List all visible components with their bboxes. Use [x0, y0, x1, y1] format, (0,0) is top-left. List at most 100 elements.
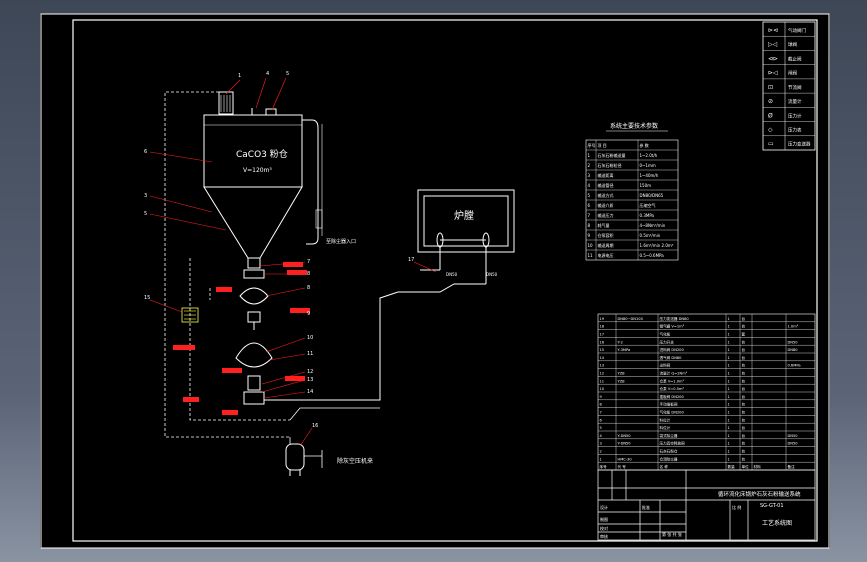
- params-cell-6-0: 6: [588, 203, 591, 208]
- bom-cell-8-2: 仓泵 V=1.0m³: [660, 378, 685, 383]
- bom-cell-9-0: 10: [600, 387, 605, 391]
- params-cell-1-1: 石灰石粉输送量: [598, 152, 626, 158]
- air-source-label: 除灰空压机来: [337, 457, 373, 465]
- params-cell-10-2: 1.6m³/min 2.0m³: [640, 243, 674, 248]
- callout-15: 15: [144, 295, 150, 301]
- furnace-label: 炉膛: [454, 209, 474, 222]
- bom-cell-16-1: Y-DN50: [618, 442, 632, 446]
- bom-cell-14-2: 料位计: [660, 425, 671, 430]
- bom-cell-14-4: 台: [742, 425, 746, 430]
- bom-cell-19-4: 单位: [742, 464, 750, 469]
- bom-cell-18-4: 台: [742, 456, 746, 461]
- callout-1: 1: [238, 73, 241, 79]
- bom-cell-16-2: 压力真空释放阀: [660, 441, 686, 446]
- params-cell-4-0: 4: [588, 183, 591, 188]
- silo: [203, 114, 303, 269]
- bom-cell-17-0: 2: [600, 449, 602, 453]
- bom-cell-4-0: 15: [600, 348, 605, 352]
- bom-cell-7-3: 1: [728, 371, 730, 375]
- legend-symbol-5: ⊘: [768, 98, 773, 105]
- legend-symbol-6: Ø: [768, 112, 773, 119]
- params-cell-2-0: 2: [588, 163, 591, 168]
- params-cell-11-1: 电源电压: [598, 252, 614, 258]
- params-header-0-2: 参 数: [640, 142, 649, 148]
- bom-cell-19-2: 名 称: [660, 464, 669, 469]
- legend-symbol-7: ◇: [768, 127, 773, 134]
- params-cell-7-0: 7: [588, 213, 591, 218]
- bom-cell-17-4: 台: [742, 448, 746, 453]
- bom-cell-9-2: 仓泵 V=0.5m³: [660, 386, 685, 391]
- bom-cell-1-4: 台: [742, 324, 746, 329]
- bom-cell-2-2: 气化板: [660, 331, 671, 336]
- bom-cell-10-2: 插板阀 DN200: [660, 394, 685, 399]
- silo-volume: V=120m³: [243, 167, 272, 174]
- params-cell-4-2: 150m: [640, 183, 652, 188]
- bom-cell-4-6: DN80: [788, 348, 799, 352]
- params-cell-10-1: 输送周期: [598, 242, 614, 248]
- params-cell-11-2: 0.5~0.6MPa: [640, 253, 665, 258]
- params-cell-8-0: 8: [588, 223, 591, 228]
- to-dust-label: 至除尘器入口: [326, 238, 356, 245]
- params-cell-2-1: 石灰石粉粒径: [598, 162, 622, 168]
- params-cell-3-0: 3: [588, 173, 591, 178]
- callout-6: 6: [144, 149, 147, 155]
- outer-border: [40, 13, 830, 549]
- bom-cell-5-2: 透气阀 DN80: [660, 355, 683, 360]
- gas-a-label: DN50: [446, 272, 458, 277]
- bom-cell-8-1: YZB: [618, 379, 626, 383]
- callout-5b: 5: [144, 211, 147, 217]
- bom-cell-1-3: 1: [728, 325, 730, 329]
- bom-cell-5-0: 14: [600, 356, 605, 360]
- bom-cell-1-2: 储气罐 V=1m³: [660, 324, 685, 329]
- bom-cell-16-4: 台: [742, 441, 746, 446]
- bom-cell-18-1: HMC-30: [618, 457, 633, 461]
- params-cell-6-1: 输送介质: [598, 202, 614, 208]
- bom-cell-15-0: 4: [600, 434, 603, 438]
- bom-cell-11-2: 手动插板阀: [660, 402, 678, 407]
- bom-cell-3-3: 1: [728, 340, 730, 344]
- bom-cell-11-4: 台: [742, 402, 746, 407]
- bom-cell-7-2: 流量计 Q=2Nm³: [660, 370, 688, 375]
- bom-cell-0-2: 压力变送器 DN80: [660, 316, 690, 321]
- bom-cell-9-4: 台: [742, 386, 746, 391]
- legend-symbol-4: ⊡: [768, 84, 773, 91]
- sign-approve: 批准: [642, 504, 650, 510]
- bom-cell-0-3: 1: [728, 317, 730, 321]
- params-cell-7-2: 0.3MPa: [640, 213, 655, 218]
- bom-cell-7-0: 12: [600, 371, 605, 375]
- bom-cell-3-6: DN50: [788, 340, 799, 344]
- params-cell-2-2: 0~1mm: [640, 163, 656, 168]
- bom-cell-19-5: 材料: [754, 464, 762, 469]
- sheet-label: 第 张 共 张: [662, 531, 682, 537]
- params-cell-9-1: 仓泵容积: [598, 232, 614, 238]
- bom-cell-6-3: 1: [728, 364, 730, 368]
- callout-4: 4: [266, 71, 269, 77]
- callout-8b: 8: [307, 285, 310, 291]
- bom-cell-16-3: 1: [728, 442, 730, 446]
- callout-8a: 8: [307, 271, 310, 277]
- project-name: 循环流化床锅炉石灰石粉输送系统: [718, 490, 801, 498]
- params-cell-9-0: 9: [588, 233, 591, 238]
- furnace: [417, 189, 515, 284]
- params-cell-11-0: 11: [588, 253, 594, 258]
- bom-cell-14-3: 1: [728, 426, 730, 430]
- bom-cell-15-3: 1: [728, 434, 730, 438]
- params-cell-1-2: 1~2.0t/h: [640, 153, 658, 158]
- bom-cell-1-0: 18: [600, 325, 605, 329]
- bom-cell-12-0: 7: [600, 410, 602, 414]
- callout-numbers: 1 4 5 6 3 5 7 8 8 9 10 11 12 13 14 15 16…: [144, 71, 414, 429]
- bom-cell-13-4: 台: [742, 417, 746, 422]
- callout-16: 16: [312, 423, 318, 429]
- bom-cell-4-2: 进料阀 DN200: [660, 347, 685, 352]
- bom-cell-3-4: 台: [742, 339, 746, 344]
- bom-cell-1-6: 1.0m³: [788, 325, 799, 329]
- legend-label-2: 截止阀: [788, 55, 802, 62]
- bom-cell-13-3: 1: [728, 418, 730, 422]
- bom-cell-13-0: 6: [600, 418, 603, 422]
- bom-cell-3-1: Y-2: [618, 340, 623, 344]
- bom-cell-12-2: 气化板 DN200: [660, 409, 685, 414]
- sign-draft: 制图: [600, 516, 608, 522]
- legend-symbol-0: ⊳⊲: [768, 27, 778, 34]
- bom-cell-5-3: 1: [728, 356, 730, 360]
- bom-cell-16-0: 3: [600, 442, 602, 446]
